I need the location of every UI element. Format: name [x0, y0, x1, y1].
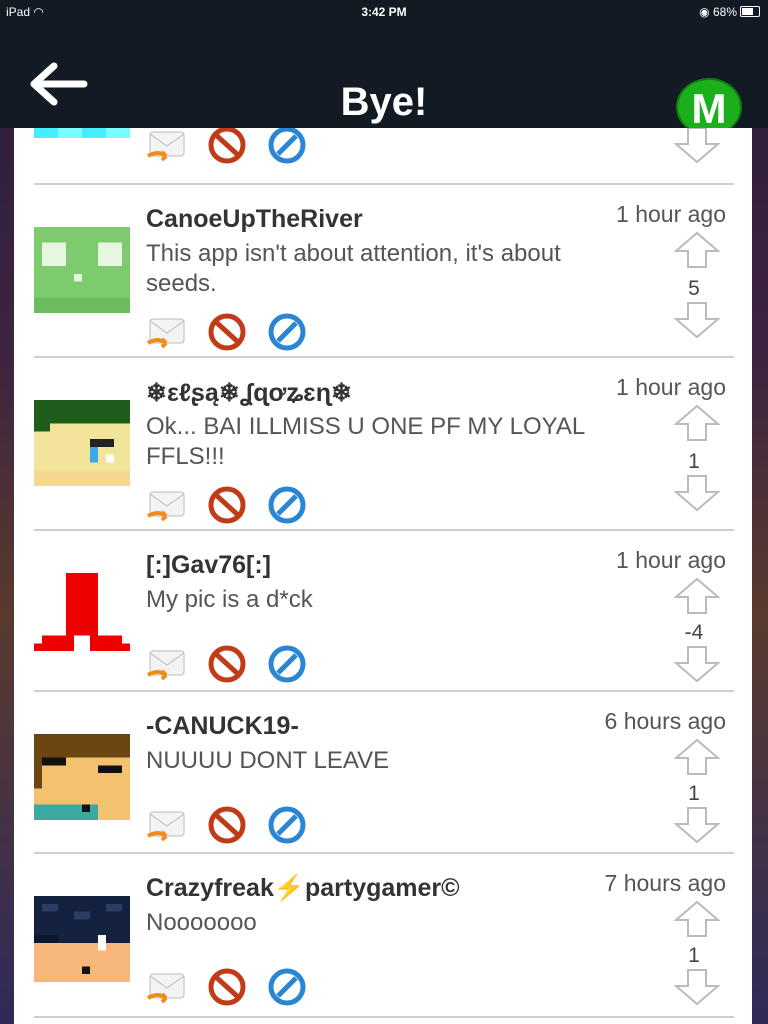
post-time: 1 hour ago: [616, 201, 726, 227]
upvote-icon[interactable]: [674, 404, 720, 442]
no-sign-icon[interactable]: [206, 484, 248, 526]
upvote-icon[interactable]: [674, 577, 720, 615]
post-list[interactable]: CanoeUpTheRiver 1 hour ago This app isn'…: [14, 128, 752, 1024]
vote-score: 1: [688, 944, 700, 967]
post-message: NUUUU DONT LEAVE: [146, 747, 390, 774]
post-message: My pic is a d*ck: [146, 586, 313, 613]
downvote-icon[interactable]: [674, 474, 720, 512]
vote-score: 5: [688, 277, 700, 300]
downvote-icon[interactable]: [674, 645, 720, 683]
post-message: Ok... BAI ILLMISS U ONE PF MY LOYAL FFLS…: [146, 413, 585, 470]
vote-score: -4: [684, 621, 704, 644]
no-sign-icon[interactable]: [206, 804, 248, 846]
avatar[interactable]: [34, 227, 130, 313]
no-sign-icon[interactable]: [206, 311, 248, 353]
page-title: Bye!: [340, 80, 428, 124]
envelope-reply-icon[interactable]: [146, 128, 188, 166]
avatar[interactable]: [34, 896, 130, 982]
no-sign-icon[interactable]: [206, 643, 248, 685]
avatar[interactable]: [34, 734, 130, 820]
downvote-icon[interactable]: [674, 128, 720, 164]
upvote-icon[interactable]: [674, 738, 720, 776]
battery-icon: [740, 6, 760, 17]
upvote-icon[interactable]: [674, 231, 720, 269]
vote-score: 1: [688, 782, 700, 805]
avatar[interactable]: [34, 400, 130, 486]
status-bar: iPad ◠ 3:42 PM ◉ 68%: [0, 0, 768, 24]
no-sign-icon[interactable]: [206, 128, 248, 166]
vote-score: 1: [688, 450, 700, 473]
envelope-reply-icon[interactable]: [146, 643, 188, 685]
downvote-icon[interactable]: [674, 806, 720, 844]
list-item: -CANUCK19- 6 hours ago NUUUU DONT LEAVE …: [34, 690, 734, 854]
post-username[interactable]: CanoeUpTheRiver: [146, 205, 363, 234]
post-username[interactable]: ❄εℓʂą❄ʆɋơʑɛɳ❄: [146, 378, 352, 408]
post-time: 6 hours ago: [604, 708, 726, 734]
forbidden-icon[interactable]: [266, 128, 308, 166]
list-item: [34, 128, 734, 170]
forbidden-icon[interactable]: [266, 643, 308, 685]
post-username[interactable]: -CANUCK19-: [146, 712, 299, 741]
list-item: [:]Gav76[:] 1 hour ago My pic is a d*ck …: [34, 529, 734, 691]
list-item: Crazyfreak⚡partygamer© 7 hours ago Noooo…: [34, 852, 734, 1020]
post-time: 1 hour ago: [616, 374, 726, 400]
post-message: This app isn't about attention, it's abo…: [146, 240, 561, 297]
avatar[interactable]: [34, 573, 130, 659]
forbidden-icon[interactable]: [266, 484, 308, 526]
status-time: 3:42 PM: [361, 5, 407, 19]
forbidden-icon[interactable]: [266, 311, 308, 353]
envelope-reply-icon[interactable]: [146, 484, 188, 526]
no-sign-icon[interactable]: [206, 966, 248, 1008]
downvote-icon[interactable]: [674, 301, 720, 339]
post-username[interactable]: [:]Gav76[:]: [146, 551, 271, 580]
post-username[interactable]: Crazyfreak⚡partygamer©: [146, 874, 460, 903]
list-item: ❄εℓʂą❄ʆɋơʑɛɳ❄ 1 hour ago Ok... BAI ILLMI…: [34, 356, 734, 530]
downvote-icon[interactable]: [674, 968, 720, 1006]
post-time: 1 hour ago: [616, 547, 726, 573]
forbidden-icon[interactable]: [266, 804, 308, 846]
envelope-reply-icon[interactable]: [146, 311, 188, 353]
list-item: CanoeUpTheRiver 1 hour ago This app isn'…: [34, 183, 734, 357]
envelope-reply-icon[interactable]: [146, 804, 188, 846]
upvote-icon[interactable]: [674, 900, 720, 938]
post-time: 7 hours ago: [604, 870, 726, 896]
avatar[interactable]: [34, 128, 130, 138]
forbidden-icon[interactable]: [266, 966, 308, 1008]
envelope-reply-icon[interactable]: [146, 966, 188, 1008]
nav-bar: Bye! M: [0, 24, 768, 136]
divider: [34, 1016, 734, 1018]
battery-percent: 68%: [712, 5, 737, 19]
post-message: Nooooooo: [146, 909, 257, 936]
